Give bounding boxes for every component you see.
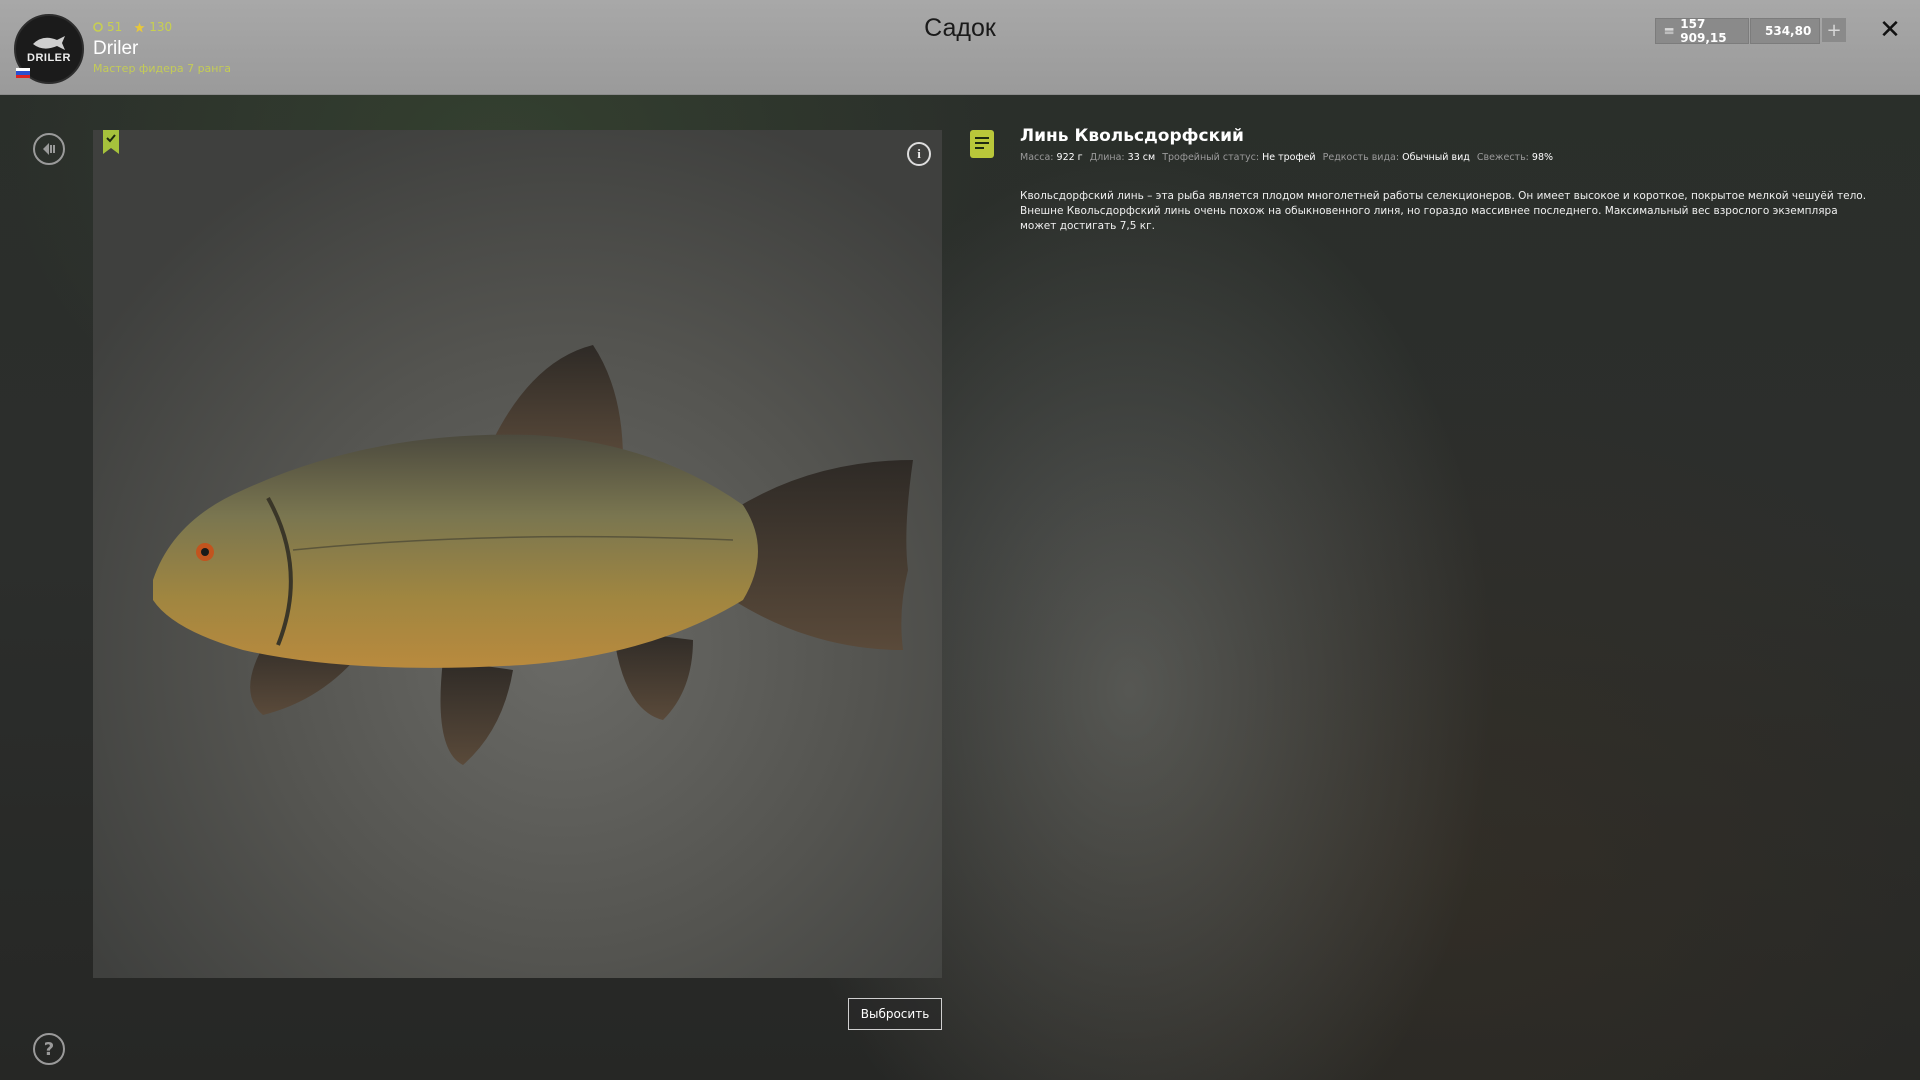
player-rank: Мастер фидера 7 ранга [93, 62, 232, 75]
trophy-label: Трофейный статус: [1162, 152, 1260, 163]
fish-stats: Масса: 922 г Длина: 33 см Трофейный стат… [1020, 152, 1553, 163]
fish-name: Линь Квольсдорфский [1020, 126, 1244, 146]
length-label: Длина: [1089, 152, 1125, 163]
page-title: Садок [924, 14, 996, 42]
info-button[interactable]: i [907, 142, 931, 166]
flag-icon [16, 68, 30, 78]
help-button[interactable]: ? [33, 1033, 65, 1065]
bookmark-icon[interactable] [103, 130, 119, 154]
trophy-value: Не трофей [1262, 152, 1316, 163]
freshness-value: 98% [1531, 152, 1554, 163]
fish-body [153, 434, 758, 668]
silver-balance[interactable]: 157 909,15 [1655, 17, 1749, 45]
mass-value: 922 г [1056, 152, 1083, 163]
rarity-label: Редкость вида: [1322, 152, 1400, 163]
close-button[interactable]: ✕ [1874, 14, 1906, 46]
mass-label: Масса: [1020, 152, 1054, 163]
fish-image [153, 345, 913, 765]
discard-button[interactable]: Выбросить [848, 998, 942, 1030]
back-button[interactable] [33, 133, 65, 165]
top-bar: DRILER 51 130 Driler Мастер фидера 7 ран… [0, 0, 1920, 95]
pelvic-fin [440, 660, 513, 765]
gold-balance[interactable]: 534,80 [1750, 18, 1820, 44]
logo-text: DRILER [27, 52, 71, 64]
document-icon [970, 130, 994, 158]
freshness-label: Свежесть: [1476, 152, 1529, 163]
add-currency-button[interactable]: + [1822, 18, 1846, 42]
silver-coins-icon [1664, 27, 1674, 34]
arrow-left-icon [43, 143, 55, 155]
tail-fin [733, 460, 913, 650]
fish-description: Квольсдорфский линь – эта рыба является … [1020, 190, 1867, 232]
rarity-value: Обычный вид [1402, 152, 1470, 163]
fish-image-panel: i [93, 130, 942, 978]
length-value: 33 см [1127, 152, 1156, 163]
